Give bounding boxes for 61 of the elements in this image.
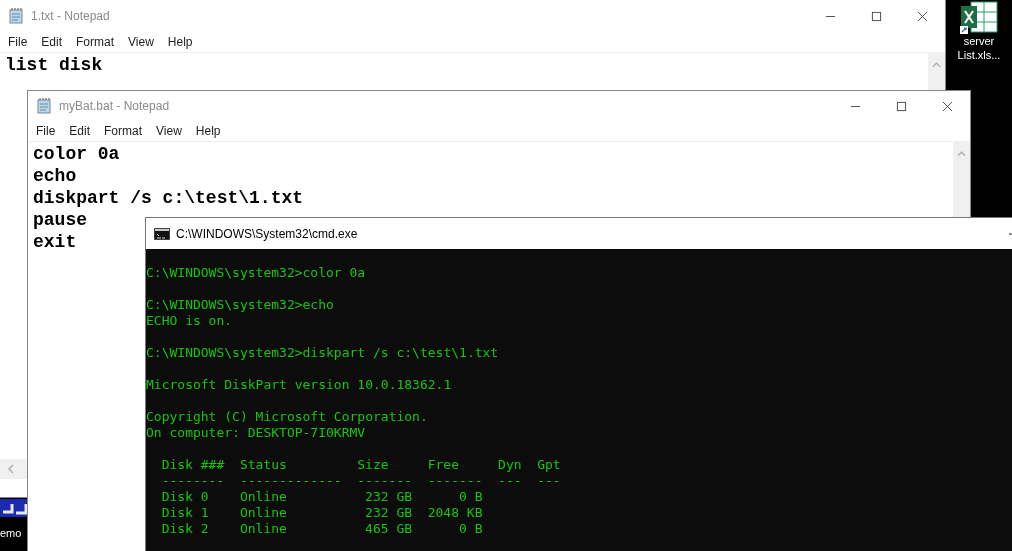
menu-item[interactable]: Edit — [69, 124, 91, 138]
console-icon — [154, 227, 170, 240]
menu-item[interactable]: File — [36, 124, 56, 138]
close-icon[interactable] — [917, 10, 928, 22]
column-rule: -------- — [161, 473, 225, 489]
table-cell: Disk 1 — [161, 505, 209, 520]
column-rule: --- — [537, 473, 561, 489]
notepad-icon — [8, 8, 24, 24]
menu-item[interactable]: Help — [195, 124, 221, 138]
menu-item[interactable]: File — [8, 35, 28, 49]
menu-item[interactable]: Help — [167, 35, 193, 49]
close-icon[interactable] — [942, 100, 953, 112]
console-line: Copyright (C) Microsoft Corporation. — [146, 409, 429, 425]
table-cell: 232 GB — [365, 505, 413, 520]
desktop-icon-label[interactable]: emo — [0, 527, 27, 539]
text-line: color 0a — [33, 143, 120, 165]
desktop-icon[interactable] — [0, 499, 27, 517]
menu-item[interactable]: View — [156, 124, 182, 138]
menu-item[interactable]: Format — [104, 124, 143, 138]
menu-item[interactable]: Format — [76, 35, 115, 49]
console-line: C:\WINDOWS\system32>color 0a — [146, 265, 367, 281]
console-line: Microsoft DiskPart version 10.0.18362.1 — [146, 377, 453, 393]
console-line: C:\WINDOWS\system32>echo — [146, 297, 335, 313]
notepad-icon — [36, 98, 52, 114]
table-cell: Online — [239, 505, 287, 520]
table-cell: 465 GB — [365, 521, 413, 536]
table-cell: Online — [239, 521, 287, 536]
column-header: Gpt — [537, 457, 561, 473]
console-line: C:\WINDOWS\system32>diskpart /s c:\test\1.txt — [146, 345, 500, 361]
console-line: On computer: DESKTOP-7I0KRMV — [146, 425, 367, 441]
table-cell: Disk 0 — [161, 489, 209, 504]
column-rule: ------- — [427, 473, 483, 489]
desktop-icon-label[interactable]: server List.xls... — [957, 34, 1001, 62]
menu-item[interactable]: Edit — [41, 35, 63, 49]
table-cell: 232 GB — [365, 489, 413, 504]
column-header: Disk ### — [161, 457, 225, 473]
column-header: Status — [239, 457, 288, 473]
text-line: diskpart /s c:\test\1.txt — [33, 187, 304, 209]
text-line: pause — [33, 209, 87, 231]
table-cell: 0 B — [459, 489, 483, 504]
window-title: myBat.bat - Notepad — [59, 99, 170, 113]
column-header: Dyn — [498, 457, 522, 473]
column-header: Size — [357, 457, 390, 473]
table-cell: 2048 KB — [427, 505, 483, 520]
console-line: ECHO is on. — [146, 313, 234, 329]
column-rule: ------- — [357, 473, 413, 489]
maximize-icon[interactable] — [896, 100, 907, 112]
spreadsheet-file-icon[interactable] — [959, 0, 999, 34]
window-title: 1.txt - Notepad — [31, 9, 110, 23]
maximize-icon[interactable] — [871, 10, 882, 22]
column-header: Free — [427, 457, 460, 473]
text-line: exit — [33, 231, 77, 253]
table-cell: 0 B — [459, 521, 483, 536]
window-title: C:\WINDOWS\System32\cmd.exe — [176, 226, 358, 241]
text-line: list disk — [5, 54, 103, 76]
menu-item[interactable]: View — [128, 35, 154, 49]
table-cell: Online — [239, 489, 287, 504]
column-rule: --- — [498, 473, 522, 489]
column-rule: ------------- — [239, 473, 342, 489]
table-cell: Disk 2 — [161, 521, 209, 536]
text-line: echo — [33, 165, 77, 187]
